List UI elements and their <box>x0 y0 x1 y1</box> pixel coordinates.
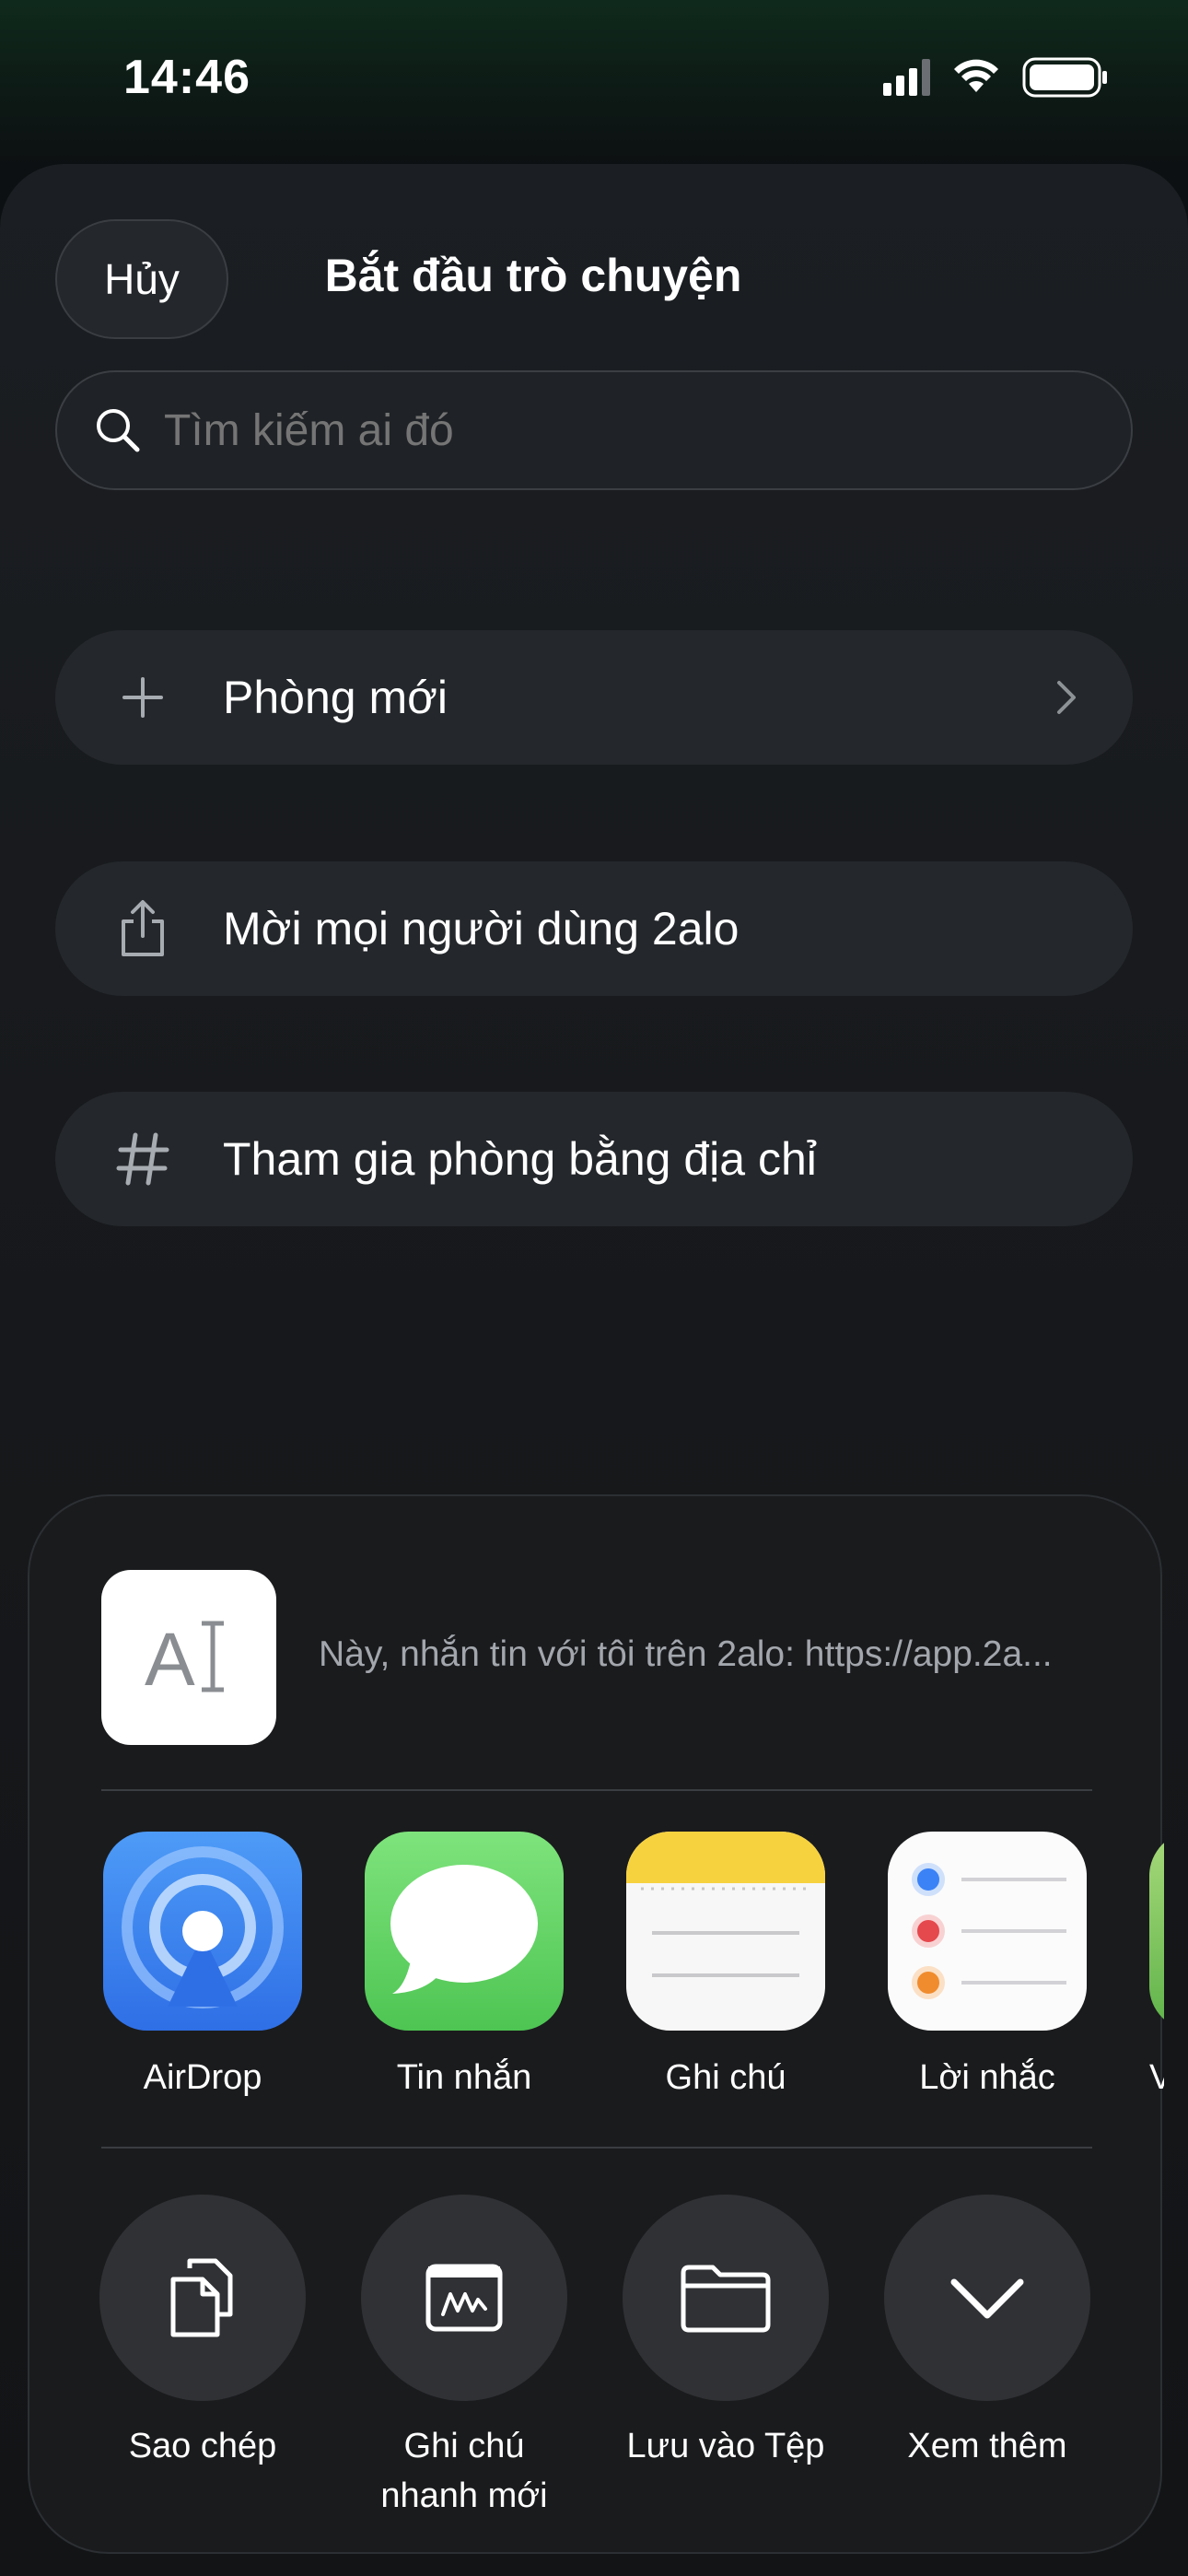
folder-icon <box>681 2265 771 2333</box>
hash-icon <box>55 1131 230 1187</box>
copy-icon <box>170 2258 233 2337</box>
plus-icon <box>55 675 230 720</box>
search-icon <box>97 409 140 452</box>
status-icons <box>883 57 1109 98</box>
divider <box>101 1789 1092 1791</box>
text-document-icon: A <box>145 1618 224 1699</box>
see-more-action[interactable]: Xem thêm <box>884 2195 1090 2471</box>
chevron-down-icon <box>950 2278 1024 2319</box>
messages-label: Tin nhắn <box>396 2058 532 2097</box>
quick-note-action[interactable]: Ghi chú nhanh mới <box>361 2195 567 2521</box>
quick-note-icon <box>425 2264 503 2332</box>
search-input[interactable] <box>164 404 993 456</box>
save-to-files-button[interactable] <box>623 2195 829 2401</box>
copy-action[interactable]: Sao chép <box>99 2195 306 2471</box>
see-more-label: Xem thêm <box>907 2427 1067 2465</box>
svg-text:A: A <box>145 1618 195 1699</box>
join-by-address-row[interactable]: Tham gia phòng bằng địa chỉ <box>55 1092 1133 1226</box>
partial-app-label: Vi <box>1149 2058 1164 2097</box>
divider <box>101 2147 1092 2149</box>
share-icon <box>55 899 230 958</box>
partial-app-icon <box>1149 1832 1164 2031</box>
new-room-row[interactable]: Phòng mới <box>55 630 1133 765</box>
cellular-signal-icon <box>883 59 930 96</box>
wifi-icon <box>954 59 998 92</box>
status-time: 14:46 <box>123 51 250 104</box>
save-to-files-action[interactable]: Lưu vào Tệp <box>623 2195 829 2471</box>
chevron-right-icon <box>1057 681 1076 714</box>
share-app-messages[interactable]: Tin nhắn <box>365 1832 564 2098</box>
reminders-icon <box>888 1832 1087 2031</box>
battery-icon <box>1022 57 1107 98</box>
page-title: Bắt đầu trò chuyện <box>324 250 742 301</box>
share-sheet: A Này, nhắn tin với tôi trên 2alo: https… <box>28 1494 1164 2554</box>
quick-note-button[interactable] <box>361 2195 567 2401</box>
text-preview-thumbnail: A <box>101 1570 276 1745</box>
status-bar: 14:46 <box>0 0 1188 166</box>
share-app-airdrop[interactable]: AirDrop <box>103 1832 302 2098</box>
reminders-label: Lời nhắc <box>919 2058 1055 2097</box>
share-app-partial[interactable]: Vi <box>1149 1832 1164 2098</box>
new-room-label: Phòng mới <box>223 672 448 723</box>
copy-label: Sao chép <box>128 2427 277 2465</box>
share-preview-text: Này, nhắn tin với tôi trên 2alo: https:/… <box>319 1634 1053 1674</box>
search-bar[interactable] <box>55 370 1133 490</box>
invite-row[interactable]: Mời mọi người dùng 2alo <box>55 861 1133 996</box>
share-app-reminders[interactable]: Lời nhắc <box>888 1832 1087 2098</box>
notes-label: Ghi chú <box>665 2058 786 2097</box>
notes-icon <box>626 1832 825 2031</box>
see-more-button[interactable] <box>884 2195 1090 2401</box>
share-app-notes[interactable]: Ghi chú <box>626 1832 825 2098</box>
join-by-address-label: Tham gia phòng bằng địa chỉ <box>223 1133 817 1185</box>
quick-note-label: Ghi chú nhanh mới <box>380 2427 548 2515</box>
save-to-files-label: Lưu vào Tệp <box>626 2427 825 2465</box>
copy-button[interactable] <box>99 2195 306 2401</box>
airdrop-icon <box>103 1832 302 2031</box>
invite-label: Mời mọi người dùng 2alo <box>223 903 740 954</box>
messages-icon <box>365 1832 564 2031</box>
airdrop-label: AirDrop <box>143 2058 262 2097</box>
